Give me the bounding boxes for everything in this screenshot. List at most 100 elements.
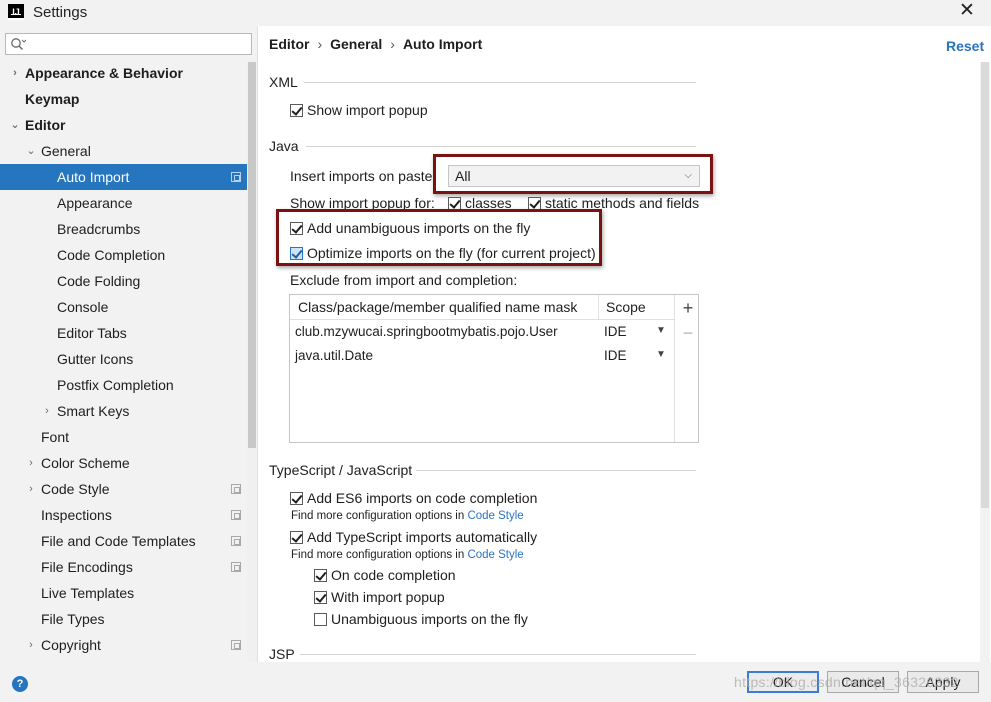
sidebar-item-inspections[interactable]: Inspections xyxy=(0,502,247,528)
sidebar-item-label: Font xyxy=(41,429,70,445)
sidebar-item-label: Live Templates xyxy=(41,585,135,601)
sidebar-item-color-scheme[interactable]: › Color Scheme xyxy=(0,450,247,476)
sidebar-item-gutter-icons[interactable]: Gutter Icons xyxy=(0,346,247,372)
section-xml-title: XML xyxy=(269,74,298,90)
sidebar-item-label: Smart Keys xyxy=(57,403,130,419)
breadcrumb-editor: Editor xyxy=(269,36,310,52)
sidebar-item-label: Keymap xyxy=(25,91,80,107)
sidebar-item-appearance-behavior[interactable]: › Appearance & Behavior xyxy=(0,60,247,86)
content-scrollbar[interactable] xyxy=(980,62,990,662)
title-bar: IJ Settings ✕ xyxy=(0,0,991,26)
sidebar-item-auto-import[interactable]: Auto Import xyxy=(0,164,247,190)
section-divider xyxy=(416,470,696,471)
sidebar-item-keymap[interactable]: Keymap xyxy=(0,86,247,112)
sidebar-item-postfix-completion[interactable]: Postfix Completion xyxy=(0,372,247,398)
sidebar-item-editor[interactable]: ⌄ Editor xyxy=(0,112,247,138)
row-mask: club.mzywucai.springbootmybatis.pojo.Use… xyxy=(295,324,558,339)
column-header-scope[interactable]: Scope xyxy=(606,299,646,315)
section-divider xyxy=(300,654,696,655)
row-scope[interactable]: IDE xyxy=(604,348,627,363)
remove-entry-button[interactable]: − xyxy=(680,324,696,342)
sidebar-item-file-encodings[interactable]: File Encodings xyxy=(0,554,247,580)
es6-imports-checkbox[interactable]: Add ES6 imports on code completion xyxy=(290,490,537,506)
dropdown-arrow-icon[interactable]: ▼ xyxy=(656,349,666,360)
sidebar-item-copyright[interactable]: › Copyright xyxy=(0,632,247,658)
sidebar-item-label: File Encodings xyxy=(41,559,133,575)
on-code-completion-checkbox[interactable]: On code completion xyxy=(314,567,456,583)
sidebar-item-console[interactable]: Console xyxy=(0,294,247,320)
show-import-popup-checkbox[interactable]: Show import popup xyxy=(290,102,428,118)
checkbox-box[interactable] xyxy=(290,492,303,505)
table-toolbar: + − xyxy=(674,295,699,442)
column-header-mask[interactable]: Class/package/member qualified name mask xyxy=(298,299,577,315)
chevron-right-icon[interactable]: › xyxy=(25,450,37,476)
table-row[interactable]: club.mzywucai.springbootmybatis.pojo.Use… xyxy=(290,320,674,344)
sidebar-item-label: Gutter Icons xyxy=(57,351,134,367)
sidebar-item-label: File Types xyxy=(41,611,105,627)
table-row[interactable]: java.util.Date IDE ▼ xyxy=(290,344,674,368)
sidebar-item-label: Code Folding xyxy=(57,273,141,289)
dialog-footer: ? OK Cancel Apply https://blog.csdn.net/… xyxy=(0,662,991,702)
sidebar-item-code-completion[interactable]: Code Completion xyxy=(0,242,247,268)
section-jsp-title: JSP xyxy=(269,646,295,662)
sidebar-item-label: Copyright xyxy=(41,637,101,653)
column-divider xyxy=(598,295,599,320)
chevron-right-icon[interactable]: › xyxy=(41,398,53,424)
breadcrumb-separator: › xyxy=(317,36,323,52)
breadcrumb-auto-import: Auto Import xyxy=(402,36,483,52)
row-scope[interactable]: IDE xyxy=(604,324,627,339)
chevron-right-icon[interactable]: › xyxy=(25,632,37,658)
checkbox-box[interactable] xyxy=(290,104,303,117)
close-button[interactable]: ✕ xyxy=(952,0,982,24)
cancel-button[interactable]: Cancel xyxy=(827,671,899,693)
checkbox-box[interactable] xyxy=(314,591,327,604)
sidebar-item-editor-tabs[interactable]: Editor Tabs xyxy=(0,320,247,346)
chevron-down-icon[interactable]: ⌄ xyxy=(25,138,37,164)
sidebar-item-appearance[interactable]: Appearance xyxy=(0,190,247,216)
sidebar-item-breadcrumbs[interactable]: Breadcrumbs xyxy=(0,216,247,242)
sidebar-item-file-types[interactable]: File Types xyxy=(0,606,247,632)
sidebar-item-file-and-code-templates[interactable]: File and Code Templates xyxy=(0,528,247,554)
sidebar-item-code-style[interactable]: › Code Style xyxy=(0,476,247,502)
search-input[interactable] xyxy=(30,35,248,53)
sidebar-item-general[interactable]: ⌄ General xyxy=(0,138,247,164)
sidebar-item-label: Auto Import xyxy=(57,169,130,185)
sidebar-item-label: Console xyxy=(57,299,109,315)
sidebar-item-label: Editor Tabs xyxy=(57,325,127,341)
sidebar-item-font[interactable]: Font xyxy=(0,424,247,450)
checkbox-box[interactable] xyxy=(314,569,327,582)
chevron-right-icon[interactable]: › xyxy=(9,60,21,86)
search-box[interactable] xyxy=(5,33,252,55)
settings-sidebar: › Appearance & Behavior Keymap ⌄ Editor ⌄ Gene… xyxy=(0,26,258,662)
sidebar-scrollbar[interactable] xyxy=(247,60,257,662)
sidebar-scroll-thumb[interactable] xyxy=(248,62,256,448)
code-style-link[interactable]: Code Style xyxy=(467,510,523,522)
sidebar-item-smart-keys[interactable]: › Smart Keys xyxy=(0,398,247,424)
checkbox-box[interactable] xyxy=(314,613,327,626)
dropdown-arrow-icon[interactable]: ▼ xyxy=(656,325,666,336)
add-entry-button[interactable]: + xyxy=(680,299,696,317)
help-icon[interactable]: ? xyxy=(12,676,28,692)
intellij-app-icon: IJ xyxy=(8,4,24,20)
sidebar-item-live-templates[interactable]: Live Templates xyxy=(0,580,247,606)
chevron-down-icon[interactable]: ⌄ xyxy=(9,112,21,138)
section-divider xyxy=(306,146,696,147)
code-style-link[interactable]: Code Style xyxy=(467,549,523,561)
ok-button[interactable]: OK xyxy=(747,671,819,693)
sidebar-item-label: File and Code Templates xyxy=(41,533,196,549)
apply-button[interactable]: Apply xyxy=(907,671,979,693)
with-import-popup-checkbox[interactable]: With import popup xyxy=(314,589,445,605)
row-mask: java.util.Date xyxy=(295,348,374,363)
checkbox-box[interactable] xyxy=(290,531,303,544)
chevron-right-icon[interactable]: › xyxy=(25,476,37,502)
content-scroll-thumb[interactable] xyxy=(981,62,989,508)
sidebar-item-label: General xyxy=(41,143,91,159)
unambiguous-on-fly-checkbox[interactable]: Unambiguous imports on the fly xyxy=(314,611,528,627)
settings-content: Editor › General › Auto Import Reset XML Sho… xyxy=(258,26,991,662)
ts-imports-checkbox[interactable]: Add TypeScript imports automatically xyxy=(290,529,537,545)
sidebar-item-label: Code Completion xyxy=(57,247,166,263)
sidebar-item-code-folding[interactable]: Code Folding xyxy=(0,268,247,294)
breadcrumb: Editor › General › Auto Import xyxy=(269,36,482,52)
window-title: Settings xyxy=(33,4,88,21)
reset-link[interactable]: Reset xyxy=(946,38,984,54)
